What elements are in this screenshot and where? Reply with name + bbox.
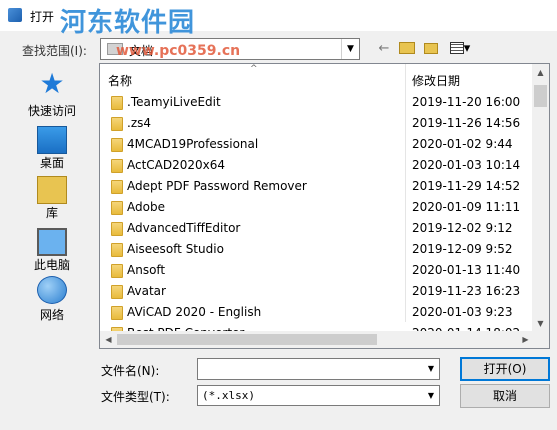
file-date: 2020-01-02 9:44: [412, 137, 513, 151]
file-name: Avatar: [127, 284, 166, 298]
back-button[interactable]: ←: [375, 40, 393, 58]
scroll-left-icon[interactable]: ◀: [100, 331, 117, 348]
lookin-label: 查找范围(I):: [22, 44, 87, 58]
file-date: 2019-11-26 14:56: [412, 116, 521, 130]
view-menu-button[interactable]: ▾: [445, 40, 475, 58]
view-dropdown-icon: ▾: [463, 41, 471, 56]
sort-indicator-icon: ^: [250, 64, 258, 74]
filename-input[interactable]: ▼: [197, 358, 440, 380]
chevron-down-icon[interactable]: ▼: [341, 39, 359, 59]
library-icon: [37, 176, 67, 204]
file-date: 2020-01-13 11:40: [412, 263, 521, 277]
file-row[interactable]: AdvancedTiffEditor 2019-12-02 9:12: [100, 218, 534, 239]
file-row[interactable]: .TeamyiLiveEdit 2019-11-20 16:00: [100, 92, 534, 113]
filename-label: 文件名(N):: [101, 364, 160, 378]
vertical-scrollbar[interactable]: ▲ ▼: [532, 64, 549, 332]
folder-icon: [111, 96, 123, 110]
file-name: ActCAD2020x64: [127, 158, 226, 172]
file-name: Adobe: [127, 200, 165, 214]
file-name: .TeamyiLiveEdit: [127, 95, 221, 109]
folder-icon: [111, 201, 123, 215]
file-date: 2020-01-03 9:23: [412, 305, 513, 319]
file-name: Adept PDF Password Remover: [127, 179, 307, 193]
file-date: 2020-01-09 11:11: [412, 200, 521, 214]
filetype-label: 文件类型(T):: [101, 390, 170, 404]
file-row[interactable]: AViCAD 2020 - English 2020-01-03 9:23: [100, 302, 534, 323]
up-folder-button[interactable]: [397, 40, 417, 58]
file-rows: .TeamyiLiveEdit 2019-11-20 16:00 .zs4 2019-…: [100, 92, 534, 344]
place-library[interactable]: 库: [14, 172, 90, 224]
file-row[interactable]: Avatar 2019-11-23 16:23: [100, 281, 534, 302]
file-date: 2019-12-02 9:12: [412, 221, 513, 235]
file-row[interactable]: .zs4 2019-11-26 14:56: [100, 113, 534, 134]
computer-icon: [37, 228, 67, 256]
file-date: 2019-12-09 9:52: [412, 242, 513, 256]
column-header-name[interactable]: 名称: [108, 72, 132, 89]
place-network[interactable]: 网络: [14, 274, 90, 326]
file-date: 2020-01-03 10:14: [412, 158, 521, 172]
view-icon: [449, 42, 464, 54]
place-quick-access[interactable]: ★ 快速访问: [14, 70, 90, 122]
open-button[interactable]: 打开(O): [460, 357, 550, 381]
place-this-pc[interactable]: 此电脑: [14, 224, 90, 276]
horizontal-scrollbar[interactable]: ◀ ▶: [100, 331, 534, 348]
app-icon: [8, 8, 22, 22]
place-label: 库: [45, 206, 58, 220]
star-icon: ★: [39, 67, 65, 100]
file-row[interactable]: 4MCAD19Professional 2020-01-02 9:44: [100, 134, 534, 155]
column-header-modified[interactable]: 修改日期: [412, 72, 460, 89]
file-name: Ansoft: [127, 263, 166, 277]
file-list[interactable]: ^ 名称 修改日期 .TeamyiLiveEdit 2019-11-20 16:0…: [99, 63, 550, 349]
scroll-up-icon[interactable]: ▲: [532, 64, 549, 81]
new-folder-icon: [424, 43, 438, 54]
folder-icon: [111, 264, 123, 278]
scrollbar-corner: [532, 331, 549, 348]
desktop-icon: [37, 126, 67, 154]
back-arrow-icon: ←: [378, 41, 390, 56]
watermark-brand: 河东软件园: [60, 8, 196, 38]
scroll-thumb[interactable]: [534, 85, 547, 107]
folder-icon: [111, 159, 123, 173]
folder-icon: [111, 306, 123, 320]
file-name: .zs4: [127, 116, 151, 130]
file-name: AdvancedTiffEditor: [127, 221, 241, 235]
file-row[interactable]: Aiseesoft Studio 2019-12-09 9:52: [100, 239, 534, 260]
file-row[interactable]: Adobe 2020-01-09 11:11: [100, 197, 534, 218]
place-label: 此电脑: [33, 258, 70, 272]
window-title: 打开: [30, 10, 55, 24]
new-folder-button[interactable]: [421, 40, 441, 58]
file-list-header: ^ 名称 修改日期: [100, 64, 534, 322]
folder-icon: [111, 117, 123, 131]
file-name: Aiseesoft Studio: [127, 242, 224, 256]
file-date: 2019-11-29 14:52: [412, 179, 521, 193]
place-desktop[interactable]: 桌面: [14, 122, 90, 174]
folder-icon: [111, 285, 123, 299]
chevron-down-icon[interactable]: ▼: [423, 359, 439, 379]
scroll-down-icon[interactable]: ▼: [532, 315, 549, 332]
filetype-select[interactable]: (*.xlsx) ▼: [197, 385, 440, 406]
title-bar: 打开 河东软件园: [0, 0, 557, 38]
folder-icon: [111, 180, 123, 194]
file-date: 2019-11-20 16:00: [412, 95, 521, 109]
file-row[interactable]: ActCAD2020x64 2020-01-03 10:14: [100, 155, 534, 176]
file-date: 2019-11-23 16:23: [412, 284, 521, 298]
file-name: 4MCAD19Professional: [127, 137, 259, 151]
network-icon: [37, 276, 67, 304]
folder-icon: [111, 243, 123, 257]
folder-icon: [111, 222, 123, 236]
folder-icon: [111, 138, 123, 152]
place-label: 快速访问: [27, 104, 76, 118]
place-label: 网络: [39, 308, 64, 322]
scroll-thumb-horizontal[interactable]: [117, 334, 377, 345]
watermark-url: www.pc0359.cn: [116, 43, 241, 59]
filetype-value: (*.xlsx): [202, 389, 255, 402]
file-row[interactable]: Adept PDF Password Remover 2019-11-29 14:…: [100, 176, 534, 197]
cancel-button[interactable]: 取消: [460, 384, 550, 408]
file-name: AViCAD 2020 - English: [127, 305, 262, 319]
up-folder-icon: [399, 42, 415, 54]
chevron-down-icon[interactable]: ▼: [423, 386, 439, 406]
place-label: 桌面: [39, 156, 64, 170]
file-row[interactable]: Ansoft 2020-01-13 11:40: [100, 260, 534, 281]
